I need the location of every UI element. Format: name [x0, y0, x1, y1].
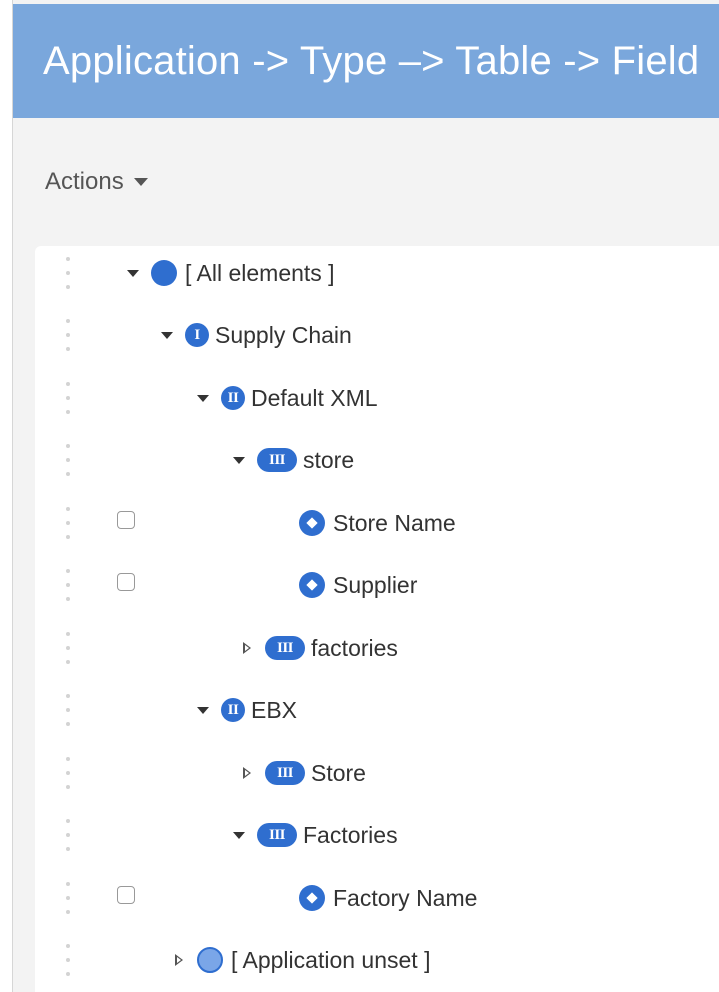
caret-down-icon	[233, 831, 245, 839]
tree-row: [ Application unset ]	[35, 929, 719, 991]
tree-row: [ All elements ]	[35, 242, 719, 304]
caret-right-icon	[243, 642, 251, 654]
page-header: Application -> Type –> Table -> Field	[13, 4, 719, 118]
caret-down-icon	[133, 178, 148, 186]
expand-toggle[interactable]	[237, 638, 257, 658]
app-frame: Application -> Type –> Table -> Field Ac…	[12, 0, 719, 992]
row-checkbox[interactable]	[117, 511, 135, 529]
drag-handle-icon[interactable]	[65, 382, 71, 414]
level-3-badge-icon: III	[265, 636, 305, 660]
drag-handle-icon[interactable]	[65, 632, 71, 664]
tree-row: II Default XML	[35, 367, 719, 429]
field-diamond-icon	[299, 572, 325, 598]
collapse-toggle[interactable]	[193, 388, 213, 408]
tree-node-label[interactable]: factories	[311, 635, 398, 662]
tree-node-label[interactable]: Factory Name	[333, 885, 477, 912]
collapse-toggle[interactable]	[193, 700, 213, 720]
tree-row: III Factories	[35, 804, 719, 866]
tree-row: Supplier	[35, 554, 719, 616]
level-3-badge-icon: III	[265, 761, 305, 785]
filled-circle-icon	[151, 260, 177, 286]
collapse-toggle[interactable]	[229, 450, 249, 470]
page-title: Application -> Type –> Table -> Field	[43, 38, 700, 83]
tree-node-label[interactable]: Store	[311, 760, 366, 787]
tree-node-label[interactable]: [ Application unset ]	[231, 947, 430, 974]
collapse-toggle[interactable]	[157, 325, 177, 345]
expand-toggle[interactable]	[169, 950, 189, 970]
drag-handle-icon[interactable]	[65, 569, 71, 601]
actions-menu-button[interactable]: Actions	[45, 168, 148, 196]
drag-handle-icon[interactable]	[65, 944, 71, 976]
row-checkbox[interactable]	[117, 886, 135, 904]
tree-row: I Supply Chain	[35, 304, 719, 366]
tree-node-label[interactable]: store	[303, 447, 354, 474]
drag-handle-icon[interactable]	[65, 882, 71, 914]
drag-handle-icon[interactable]	[65, 694, 71, 726]
caret-right-icon	[243, 767, 251, 779]
caret-down-icon	[233, 456, 245, 464]
collapse-toggle[interactable]	[229, 825, 249, 845]
tree-panel: [ All elements ] I Supply Chain II Defau…	[35, 246, 719, 992]
tree-row: Factory Name	[35, 867, 719, 929]
drag-handle-icon[interactable]	[65, 257, 71, 289]
actions-label: Actions	[45, 168, 124, 195]
tree-row: III factories	[35, 617, 719, 679]
tree-node-label[interactable]: EBX	[251, 697, 297, 724]
light-circle-icon	[197, 947, 223, 973]
caret-down-icon	[161, 331, 173, 339]
level-3-badge-icon: III	[257, 823, 297, 847]
level-2-badge-icon: II	[221, 698, 245, 722]
level-2-badge-icon: II	[221, 386, 245, 410]
tree-row: Store Name	[35, 492, 719, 554]
drag-handle-icon[interactable]	[65, 757, 71, 789]
caret-down-icon	[197, 394, 209, 402]
tree-node-label[interactable]: [ All elements ]	[185, 260, 335, 287]
tree-node-label[interactable]: Supply Chain	[215, 322, 352, 349]
tree-row: III Store	[35, 742, 719, 804]
caret-down-icon	[127, 269, 139, 277]
drag-handle-icon[interactable]	[65, 444, 71, 476]
tree-node-label[interactable]: Factories	[303, 822, 398, 849]
level-1-badge-icon: I	[185, 323, 209, 347]
drag-handle-icon[interactable]	[65, 319, 71, 351]
caret-right-icon	[175, 954, 183, 966]
row-checkbox[interactable]	[117, 573, 135, 591]
tree-row: II EBX	[35, 679, 719, 741]
caret-down-icon	[197, 706, 209, 714]
tree-row: III store	[35, 429, 719, 491]
level-3-badge-icon: III	[257, 448, 297, 472]
collapse-toggle[interactable]	[123, 263, 143, 283]
drag-handle-icon[interactable]	[65, 819, 71, 851]
tree-node-label[interactable]: Default XML	[251, 385, 378, 412]
tree-node-label[interactable]: Store Name	[333, 510, 456, 537]
expand-toggle[interactable]	[237, 763, 257, 783]
tree-node-label[interactable]: Supplier	[333, 572, 417, 599]
field-diamond-icon	[299, 510, 325, 536]
drag-handle-icon[interactable]	[65, 507, 71, 539]
field-diamond-icon	[299, 885, 325, 911]
